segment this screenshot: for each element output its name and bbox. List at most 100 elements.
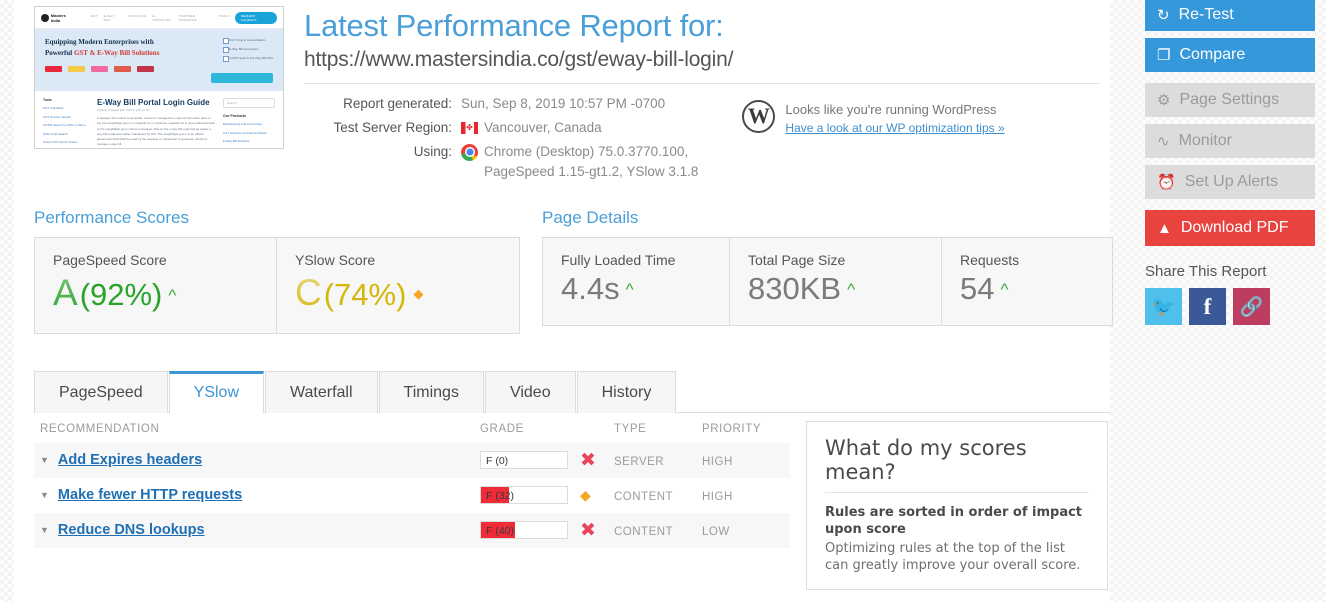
fully-loaded-time-number: 4.4s [561,270,620,306]
fully-loaded-time-card[interactable]: Fully Loaded Time 4.4s ^ [543,237,730,326]
tab-timings[interactable]: Timings [378,370,484,413]
thumbnail-hero-line2-plain: Powerful [45,48,74,57]
report-url[interactable]: https://www.mastersindia.co/gst/eway-bil… [304,48,1100,72]
badge-1 [45,65,62,72]
compare-button[interactable]: ❐ Compare [1145,38,1315,72]
table-row[interactable]: ▼ Make fewer HTTP requests F (32) ◆ CONT… [34,478,790,513]
thumbnail-feature-list: GST Filing & Reconciliation E-Way Bill A… [223,38,273,65]
thumbnail-article-column: E-Way Bill Portal Login Guide Updated on… [97,98,216,148]
chevron-down-indicator-icon: ✖ [580,449,596,471]
recommendation-link[interactable]: Add Expires headers [58,452,202,468]
action-sidebar: ↻ Re-Test ❐ Compare ⚙ Page Settings ∿ Mo… [1145,0,1315,325]
grade-cell: F (0) ✖ [480,451,614,470]
grade-bar: F (0) [480,451,568,470]
re-test-label: Re-Test [1178,6,1234,23]
thumbnail-nav-item: E-WAY BILL [103,13,115,22]
site-screenshot-thumbnail[interactable]: Masters India GST E-WAY BILL INVOICING E… [34,6,284,149]
tab-yslow[interactable]: YSlow [168,370,264,413]
thumbnail-hero-line2-accent: GST & E-Way Bill Solutions [73,48,160,57]
diamond-indicator-icon: ◆ [580,487,591,504]
thumbnail-logo: Masters India [41,13,76,23]
total-page-size-number: 830KB [748,270,842,306]
download-pdf-button[interactable]: ▲ Download PDF [1145,210,1315,246]
thumbnail-article-body: A taxpayer who wants to generate, cancel… [97,116,216,147]
re-test-button[interactable]: ↻ Re-Test [1145,0,1315,31]
caret-up-icon: ^ [847,279,856,299]
thumbnail-nav-item: INVOICING [128,13,147,18]
chrome-icon [461,143,478,161]
meta-label: Test Server Region: [333,119,452,135]
thumbnail-partner-badges [45,65,273,72]
thumbnail-feature: E-Way Bill Automation [223,47,273,53]
type-cell: SERVER [614,452,702,468]
header-divider [304,82,1100,84]
score-panels: Performance Scores PageSpeed Score A (92… [14,208,1113,334]
chevron-down-icon[interactable]: ▼ [40,490,49,500]
requests-label: Requests [960,251,1020,268]
report-meta: Report generated: Sun, Sep 8, 2019 10:57… [304,94,698,186]
type-cell: CONTENT [614,487,702,503]
wordpress-tips-link[interactable]: Have a look at our WP optimization tips … [785,120,1004,137]
share-icons: 🐦 f 🔗 [1145,288,1315,325]
requests-card[interactable]: Requests 54 ^ [942,238,1112,326]
report-tabs: PageSpeed YSlow Waterfall Timings Video … [34,370,1110,413]
chevron-down-icon[interactable]: ▼ [40,455,49,465]
table-row[interactable]: ▼ Reduce DNS lookups F (40) ✖ CONTENT LO… [34,512,790,548]
monitor-button[interactable]: ∿ Monitor [1145,124,1315,158]
page-title: Latest Performance Report for: [304,8,724,43]
priority-value: HIGH [702,491,733,504]
yslow-score-label: YSlow Score [295,251,376,268]
meta-value-lines: Chrome (Desktop) 75.0.3770.100, PageSpee… [484,142,698,182]
thumbnail-cta-button: REQUEST CALLBACK [234,11,277,24]
total-page-size-value: 830KB ^ [748,270,923,308]
table-row[interactable]: ▼ Add Expires headers F (0) ✖ SERVER HIG… [34,442,790,478]
recommendation-link[interactable]: Reduce DNS lookups [58,522,205,538]
page-settings-button[interactable]: ⚙ Page Settings [1145,83,1315,117]
tab-video[interactable]: Video [484,370,576,413]
caret-up-icon: ^ [625,279,634,299]
badge-3 [91,65,108,72]
wordpress-notice: W Looks like you're running WordPress Ha… [742,94,1005,186]
meta-value: Vancouver, Canada [452,118,602,138]
set-up-alerts-button[interactable]: ⏰ Set Up Alerts [1145,165,1315,199]
grade-bar: F (40) [480,521,568,540]
tab-history[interactable]: History [576,370,677,413]
report-meta-wrap: Report generated: Sun, Sep 8, 2019 10:57… [304,94,1100,186]
meta-label: Using: [413,143,452,159]
chevron-down-icon[interactable]: ▼ [40,525,49,535]
meta-value-text: Chrome (Desktop) 75.0.3770.100, [484,143,689,159]
pagespeed-score-card[interactable]: PageSpeed Score A (92%) ^ [35,237,277,333]
sidebar-layer: ↻ Re-Test ❐ Compare ⚙ Page Settings ∿ Mo… [1110,0,1326,602]
requests-number: 54 [960,270,995,306]
thumbnail-navbar: Masters India GST E-WAY BILL INVOICING E… [35,7,283,29]
grade-cell: F (40) ✖ [480,521,614,540]
recommendation-link[interactable]: Make fewer HTTP requests [58,487,242,503]
meta-value-text-2: PageSpeed 1.15-gt1.2, YSlow 3.1.8 [484,163,699,179]
scores-explanation-heading: Rules are sorted in order of impact upon… [825,504,1083,538]
report-header: Masters India GST E-WAY BILL INVOICING E… [14,0,1110,186]
priority-cell: HIGH [702,452,782,468]
link-share-icon[interactable]: 🔗 [1233,288,1270,325]
page-settings-label: Page Settings [1179,91,1280,108]
canada-flag-icon [461,121,478,134]
thumbnail-brand: Masters India [50,12,66,23]
total-page-size-card[interactable]: Total Page Size 830KB ^ [730,237,942,326]
yslow-score-card[interactable]: YSlow Score C (74%) ◆ [277,238,519,333]
type-value: CONTENT [614,491,674,504]
thumbnail-product-link: Bookkeeping and Accounting [223,122,262,126]
meta-row-generated: Report generated: Sun, Sep 8, 2019 10:57… [304,94,698,114]
thumbnail-tool-link: GST Calculator [43,106,64,110]
meta-value: Chrome (Desktop) 75.0.3770.100, PageSpee… [452,142,698,182]
thumbnail-tool-link: Check GST Return Status [43,140,78,144]
chevron-down-indicator-icon: ✖ [580,519,596,541]
tab-pagespeed[interactable]: PageSpeed [34,370,168,413]
facebook-share-icon[interactable]: f [1189,288,1226,325]
tab-waterfall[interactable]: Waterfall [265,370,378,413]
recommendation-cell: ▼ Reduce DNS lookups [40,522,480,538]
thumbnail-right-column: Search Our Products Bookkeeping and Acco… [223,98,275,148]
fully-loaded-time-label: Fully Loaded Time [561,251,676,268]
page-details-panel: Page Details Fully Loaded Time 4.4s ^ To… [542,208,1113,334]
twitter-share-icon[interactable]: 🐦 [1145,288,1182,325]
thumbnail-left-column: Tools GST Calculator GST Number Search G… [43,98,89,148]
priority-value: LOW [702,526,730,539]
